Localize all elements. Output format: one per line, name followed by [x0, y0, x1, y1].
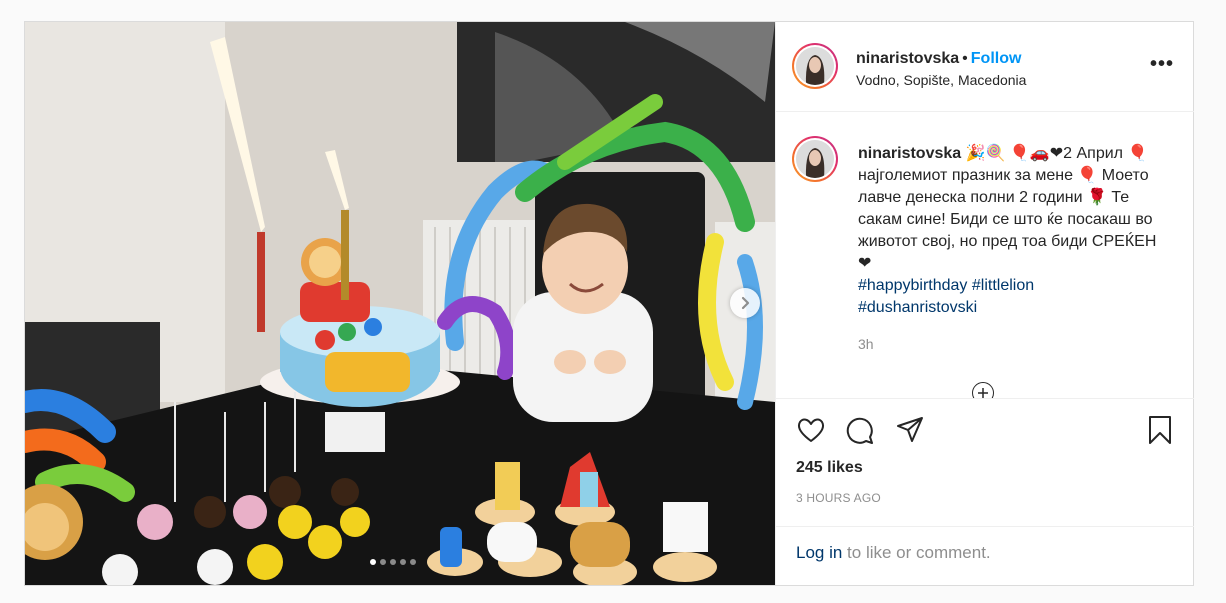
header-user-line: ninaristovska • Follow [856, 50, 1021, 68]
caption-avatar[interactable] [792, 136, 838, 182]
hashtag-link[interactable]: #dushanristovski [858, 299, 977, 316]
login-prompt: Log in to like or comment. [776, 526, 1194, 586]
header-separator: • [962, 50, 968, 67]
carousel-dot [400, 559, 406, 565]
comment-icon[interactable] [845, 415, 875, 445]
login-rest: to like or comment. [842, 543, 991, 562]
carousel-indicator [370, 559, 416, 565]
plus-icon [978, 388, 988, 398]
profile-avatar[interactable] [792, 43, 838, 89]
caption-username[interactable]: ninaristovska [858, 145, 961, 162]
login-link[interactable]: Log in [796, 543, 842, 562]
post-photo[interactable] [25, 22, 775, 585]
caption-text: 🎉🍭 🎈🚗❤2 Април 🎈 најголемиот празник за м… [858, 145, 1157, 272]
location-link[interactable]: Vodno, Sopište, Macedonia [856, 72, 1026, 88]
post-header: ninaristovska • Follow Vodno, Sopište, Mac… [776, 22, 1194, 112]
post-side-panel: ninaristovska • Follow Vodno, Sopište, Mac… [775, 22, 1194, 585]
chevron-right-icon [741, 296, 750, 310]
caption-timestamp[interactable]: 3h [858, 336, 874, 352]
save-bookmark-icon[interactable] [1145, 415, 1175, 445]
like-count[interactable]: 245 likes [796, 459, 863, 477]
instagram-post: ninaristovska • Follow Vodno, Sopište, Mac… [24, 21, 1194, 586]
share-icon[interactable] [895, 415, 925, 445]
hashtag-link[interactable]: #happybirthday [858, 277, 967, 294]
hashtag-link[interactable]: #littlelion [972, 277, 1034, 294]
post-time[interactable]: 3 HOURS AGO [796, 491, 881, 505]
next-slide-button[interactable] [730, 288, 760, 318]
post-actions: 245 likes 3 HOURS AGO [776, 398, 1194, 509]
post-caption: ninaristovska 🎉🍭 🎈🚗❤2 Април 🎈 најголемио… [858, 143, 1158, 319]
carousel-dot [410, 559, 416, 565]
avatar-photo [796, 140, 834, 178]
avatar-photo [796, 47, 834, 85]
birthday-photo [25, 22, 775, 585]
comments-section: ninaristovska 🎉🍭 🎈🚗❤2 Април 🎈 најголемио… [776, 112, 1194, 398]
load-more-comments-button[interactable] [972, 382, 994, 398]
heart-icon[interactable] [796, 415, 826, 445]
carousel-dot-active [370, 559, 376, 565]
carousel-dot [390, 559, 396, 565]
carousel-dot [380, 559, 386, 565]
follow-button[interactable]: Follow [971, 50, 1022, 67]
header-username[interactable]: ninaristovska [856, 50, 959, 67]
more-options-button[interactable]: ••• [1150, 54, 1174, 74]
login-text: Log in to like or comment. [796, 543, 991, 563]
